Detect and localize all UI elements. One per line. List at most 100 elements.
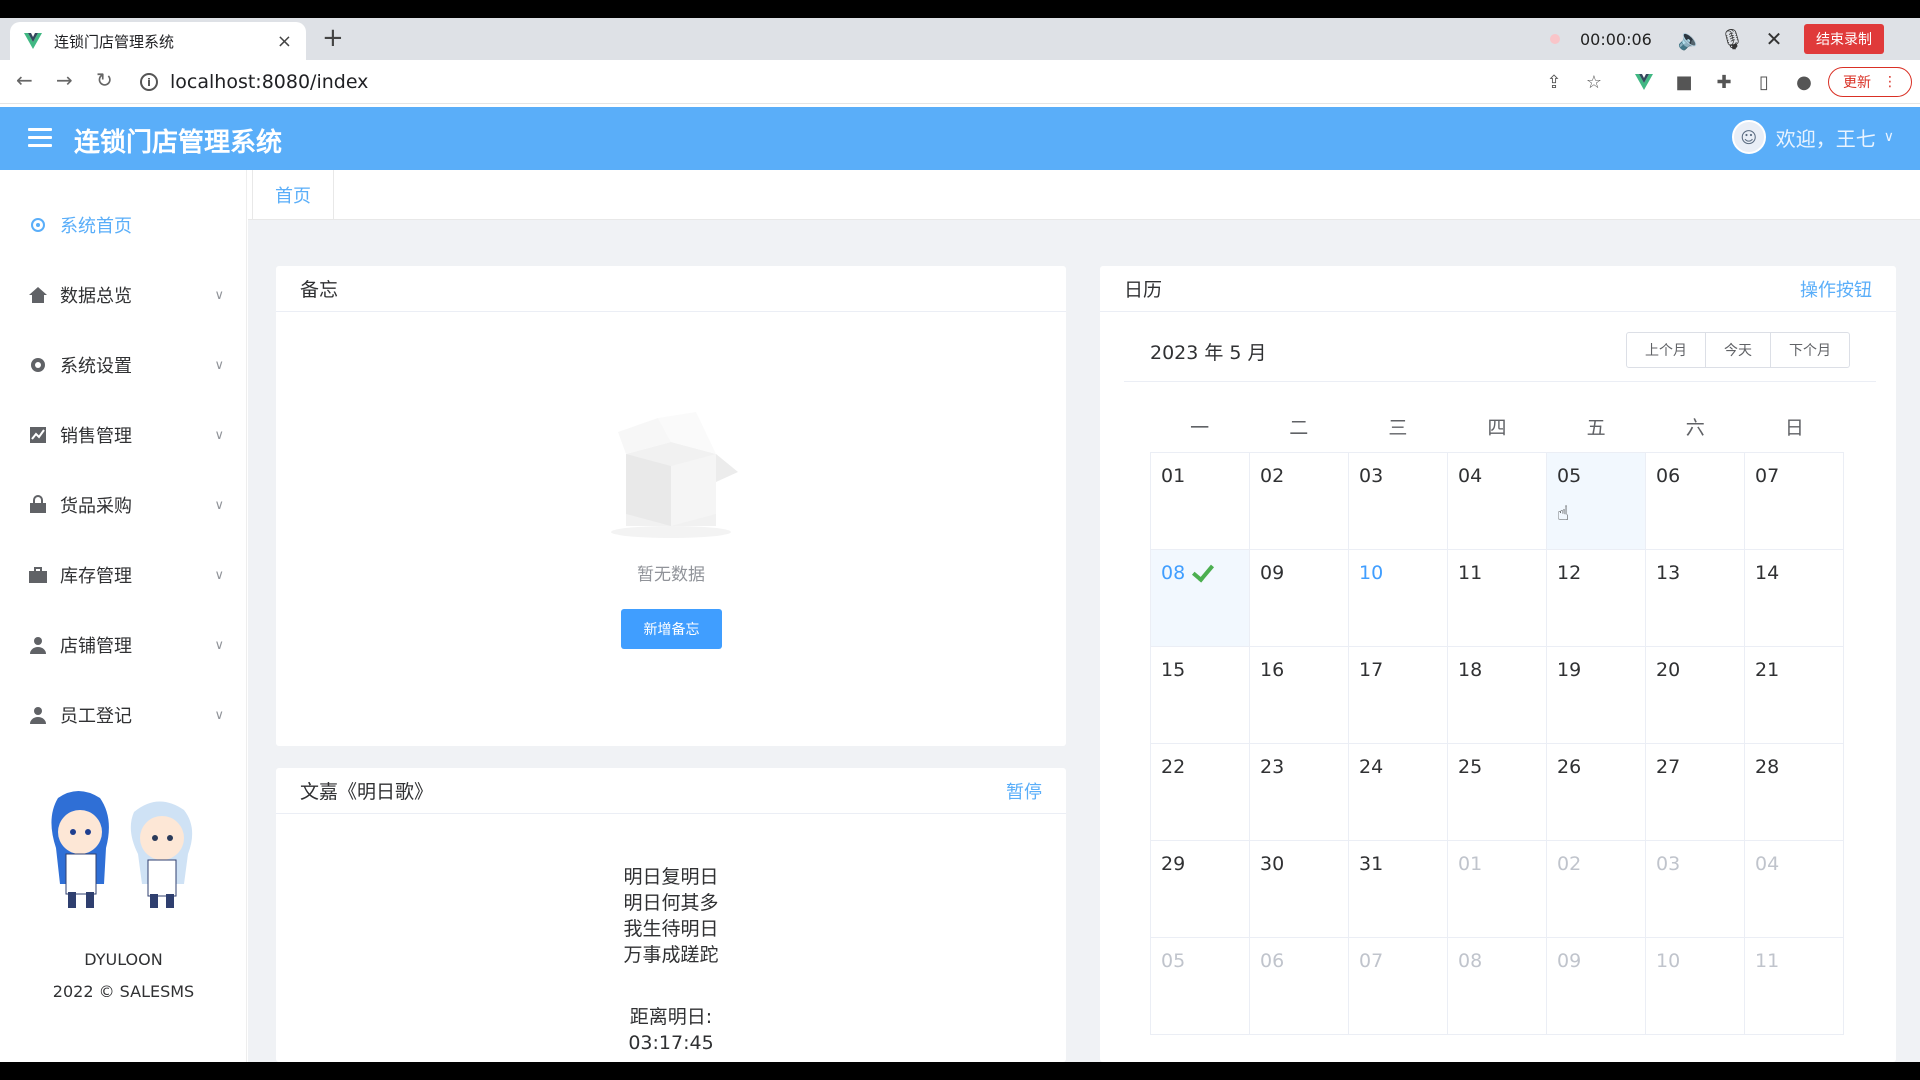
calendar-day-cell[interactable]: 31 <box>1349 841 1448 938</box>
profile-icon[interactable]: ● <box>1792 70 1816 94</box>
close-icon[interactable]: ✕ <box>1762 27 1786 51</box>
sidebar-item-inventory[interactable]: 库存管理 ∨ <box>28 560 224 590</box>
speaker-icon[interactable]: 🔈 <box>1678 27 1703 51</box>
calendar-day-cell[interactable]: 04 <box>1448 453 1547 550</box>
calendar-month-label: 2023 年 5 月 <box>1150 342 1267 364</box>
prev-month-button[interactable]: 上个月 <box>1627 333 1706 367</box>
calendar-day-cell[interactable]: 26 <box>1547 744 1646 841</box>
copyright: 2022 © SALESMS <box>52 982 195 1001</box>
calendar-day-cell[interactable]: 01 <box>1151 453 1250 550</box>
calendar-day-cell[interactable]: 30 <box>1250 841 1349 938</box>
browser-tab[interactable]: 连锁门店管理系统 × <box>10 22 306 60</box>
calendar-day-cell[interactable]: 28 <box>1745 744 1844 841</box>
chevron-down-icon: ∨ <box>214 497 224 513</box>
calendar-day-cell[interactable]: 07 <box>1349 938 1448 1035</box>
pause-button[interactable]: 暂停 <box>1006 778 1042 804</box>
calendar-day-cell[interactable]: 18 <box>1448 647 1547 744</box>
calendar-day-cell[interactable]: 19 <box>1547 647 1646 744</box>
calendar-day-cell[interactable]: 14 <box>1745 550 1844 647</box>
calendar-day-cell[interactable]: 16 <box>1250 647 1349 744</box>
poem-lines: 明日复明日 明日何其多 我生待明日 万事成蹉跎 <box>276 864 1066 968</box>
calendar-day-cell[interactable]: 02 <box>1547 841 1646 938</box>
extension-icon[interactable]: ■ <box>1672 70 1696 94</box>
calendar-day-cell[interactable]: 17 <box>1349 647 1448 744</box>
reload-icon[interactable]: ↻ <box>96 68 113 92</box>
calendar-toolbar: 2023 年 5 月 上个月 今天 下个月 <box>1124 328 1876 382</box>
tab-home[interactable]: 首页 <box>252 170 334 220</box>
calendar-day-number: 16 <box>1260 659 1285 681</box>
calendar-day-cell[interactable]: 20 <box>1646 647 1745 744</box>
calendar-day-number: 01 <box>1458 853 1483 875</box>
calendar-day-cell[interactable]: 25 <box>1448 744 1547 841</box>
sidebar-item-staff[interactable]: 员工登记 ∨ <box>28 700 224 730</box>
sidepanel-icon[interactable]: ▯ <box>1752 70 1776 94</box>
vue-logo-icon <box>24 33 42 49</box>
calendar-week-row: 01 02 03 04 05 ☝ 06 07 <box>1151 453 1844 550</box>
new-tab-button[interactable]: + <box>322 24 344 52</box>
calendar-day-cell[interactable]: 08 <box>1151 550 1250 647</box>
bookmark-star-icon[interactable]: ☆ <box>1582 70 1606 94</box>
menu-toggle-icon[interactable] <box>28 128 52 148</box>
user-menu[interactable]: ☺ 欢迎，王七 ∨ <box>1731 120 1894 154</box>
calendar-day-number: 04 <box>1458 465 1483 487</box>
app-header: 连锁门店管理系统 ☺ 欢迎，王七 ∨ <box>0 107 1920 170</box>
more-menu-icon[interactable]: ⋮ <box>1883 74 1897 90</box>
calendar-day-number: 30 <box>1260 853 1285 875</box>
calendar-day-number: 23 <box>1260 756 1285 778</box>
calendar-day-cell[interactable]: 29 <box>1151 841 1250 938</box>
poem-card: 文嘉《明日歌》 暂停 明日复明日 明日何其多 我生待明日 万事成蹉跎 距离明日:… <box>276 768 1066 1062</box>
puzzle-icon[interactable]: ✚ <box>1712 70 1736 94</box>
vue-devtools-icon[interactable] <box>1632 70 1656 94</box>
calendar-day-cell[interactable]: 09 <box>1250 550 1349 647</box>
tab-close-icon[interactable]: × <box>277 31 292 52</box>
today-button[interactable]: 今天 <box>1706 333 1771 367</box>
calendar-day-cell[interactable]: 08 <box>1448 938 1547 1035</box>
calendar-day-cell[interactable]: 24 <box>1349 744 1448 841</box>
calendar-day-cell[interactable]: 05 ☝ <box>1547 453 1646 550</box>
add-memo-button[interactable]: 新增备忘 <box>621 609 722 649</box>
sidebar-item-label: 货品采购 <box>60 496 132 517</box>
calendar-day-cell[interactable]: 01 <box>1448 841 1547 938</box>
next-month-button[interactable]: 下个月 <box>1771 333 1849 367</box>
sidebar-item-system-settings[interactable]: 系统设置 ∨ <box>28 350 224 380</box>
calendar-day-cell[interactable]: 06 <box>1646 453 1745 550</box>
forward-icon[interactable]: → <box>56 68 73 92</box>
calendar-day-number: 07 <box>1755 465 1780 487</box>
info-icon[interactable]: i <box>140 73 158 91</box>
back-icon[interactable]: ← <box>16 68 33 92</box>
sidebar-item-sales[interactable]: 销售管理 ∨ <box>28 420 224 450</box>
stop-recording-button[interactable]: 结束录制 <box>1804 24 1884 54</box>
poem-line: 万事成蹉跎 <box>623 944 719 966</box>
sidebar-item-home[interactable]: 系统首页 <box>28 210 224 240</box>
calendar-day-cell[interactable]: 05 <box>1151 938 1250 1035</box>
calendar-action-button[interactable]: 操作按钮 <box>1800 276 1872 302</box>
calendar-day-cell[interactable]: 10 <box>1349 550 1448 647</box>
microphone-icon[interactable]: 🎙 <box>1719 27 1744 51</box>
calendar-day-cell[interactable]: 03 <box>1349 453 1448 550</box>
calendar-day-cell[interactable]: 11 <box>1745 938 1844 1035</box>
calendar-day-cell[interactable]: 06 <box>1250 938 1349 1035</box>
calendar-day-cell[interactable]: 23 <box>1250 744 1349 841</box>
calendar-day-cell[interactable]: 11 <box>1448 550 1547 647</box>
countdown-label: 距离明日: <box>629 1006 713 1028</box>
calendar-day-cell[interactable]: 15 <box>1151 647 1250 744</box>
share-icon[interactable]: ⇪ <box>1542 70 1566 94</box>
calendar-day-cell[interactable]: 09 <box>1547 938 1646 1035</box>
calendar-day-cell[interactable]: 03 <box>1646 841 1745 938</box>
calendar-day-cell[interactable]: 04 <box>1745 841 1844 938</box>
calendar-day-cell[interactable]: 02 <box>1250 453 1349 550</box>
calendar-day-cell[interactable]: 22 <box>1151 744 1250 841</box>
browser-window: 连锁门店管理系统 × + 00:00:06 🔈 🎙 ✕ 结束录制 ← → ↻ i… <box>0 18 1920 1062</box>
calendar-day-cell[interactable]: 21 <box>1745 647 1844 744</box>
url-input[interactable]: i localhost:8080/index <box>140 66 1550 98</box>
calendar-day-cell[interactable]: 10 <box>1646 938 1745 1035</box>
sidebar-item-purchasing[interactable]: 货品采购 ∨ <box>28 490 224 520</box>
update-button[interactable]: 更新 ⋮ <box>1828 67 1912 97</box>
calendar-day-cell[interactable]: 12 <box>1547 550 1646 647</box>
sidebar-item-stores[interactable]: 店铺管理 ∨ <box>28 630 224 660</box>
calendar-day-cell[interactable]: 07 <box>1745 453 1844 550</box>
sidebar-item-data-overview[interactable]: 数据总览 ∨ <box>28 280 224 310</box>
calendar-day-number: 02 <box>1557 853 1582 875</box>
calendar-day-cell[interactable]: 27 <box>1646 744 1745 841</box>
calendar-day-cell[interactable]: 13 <box>1646 550 1745 647</box>
